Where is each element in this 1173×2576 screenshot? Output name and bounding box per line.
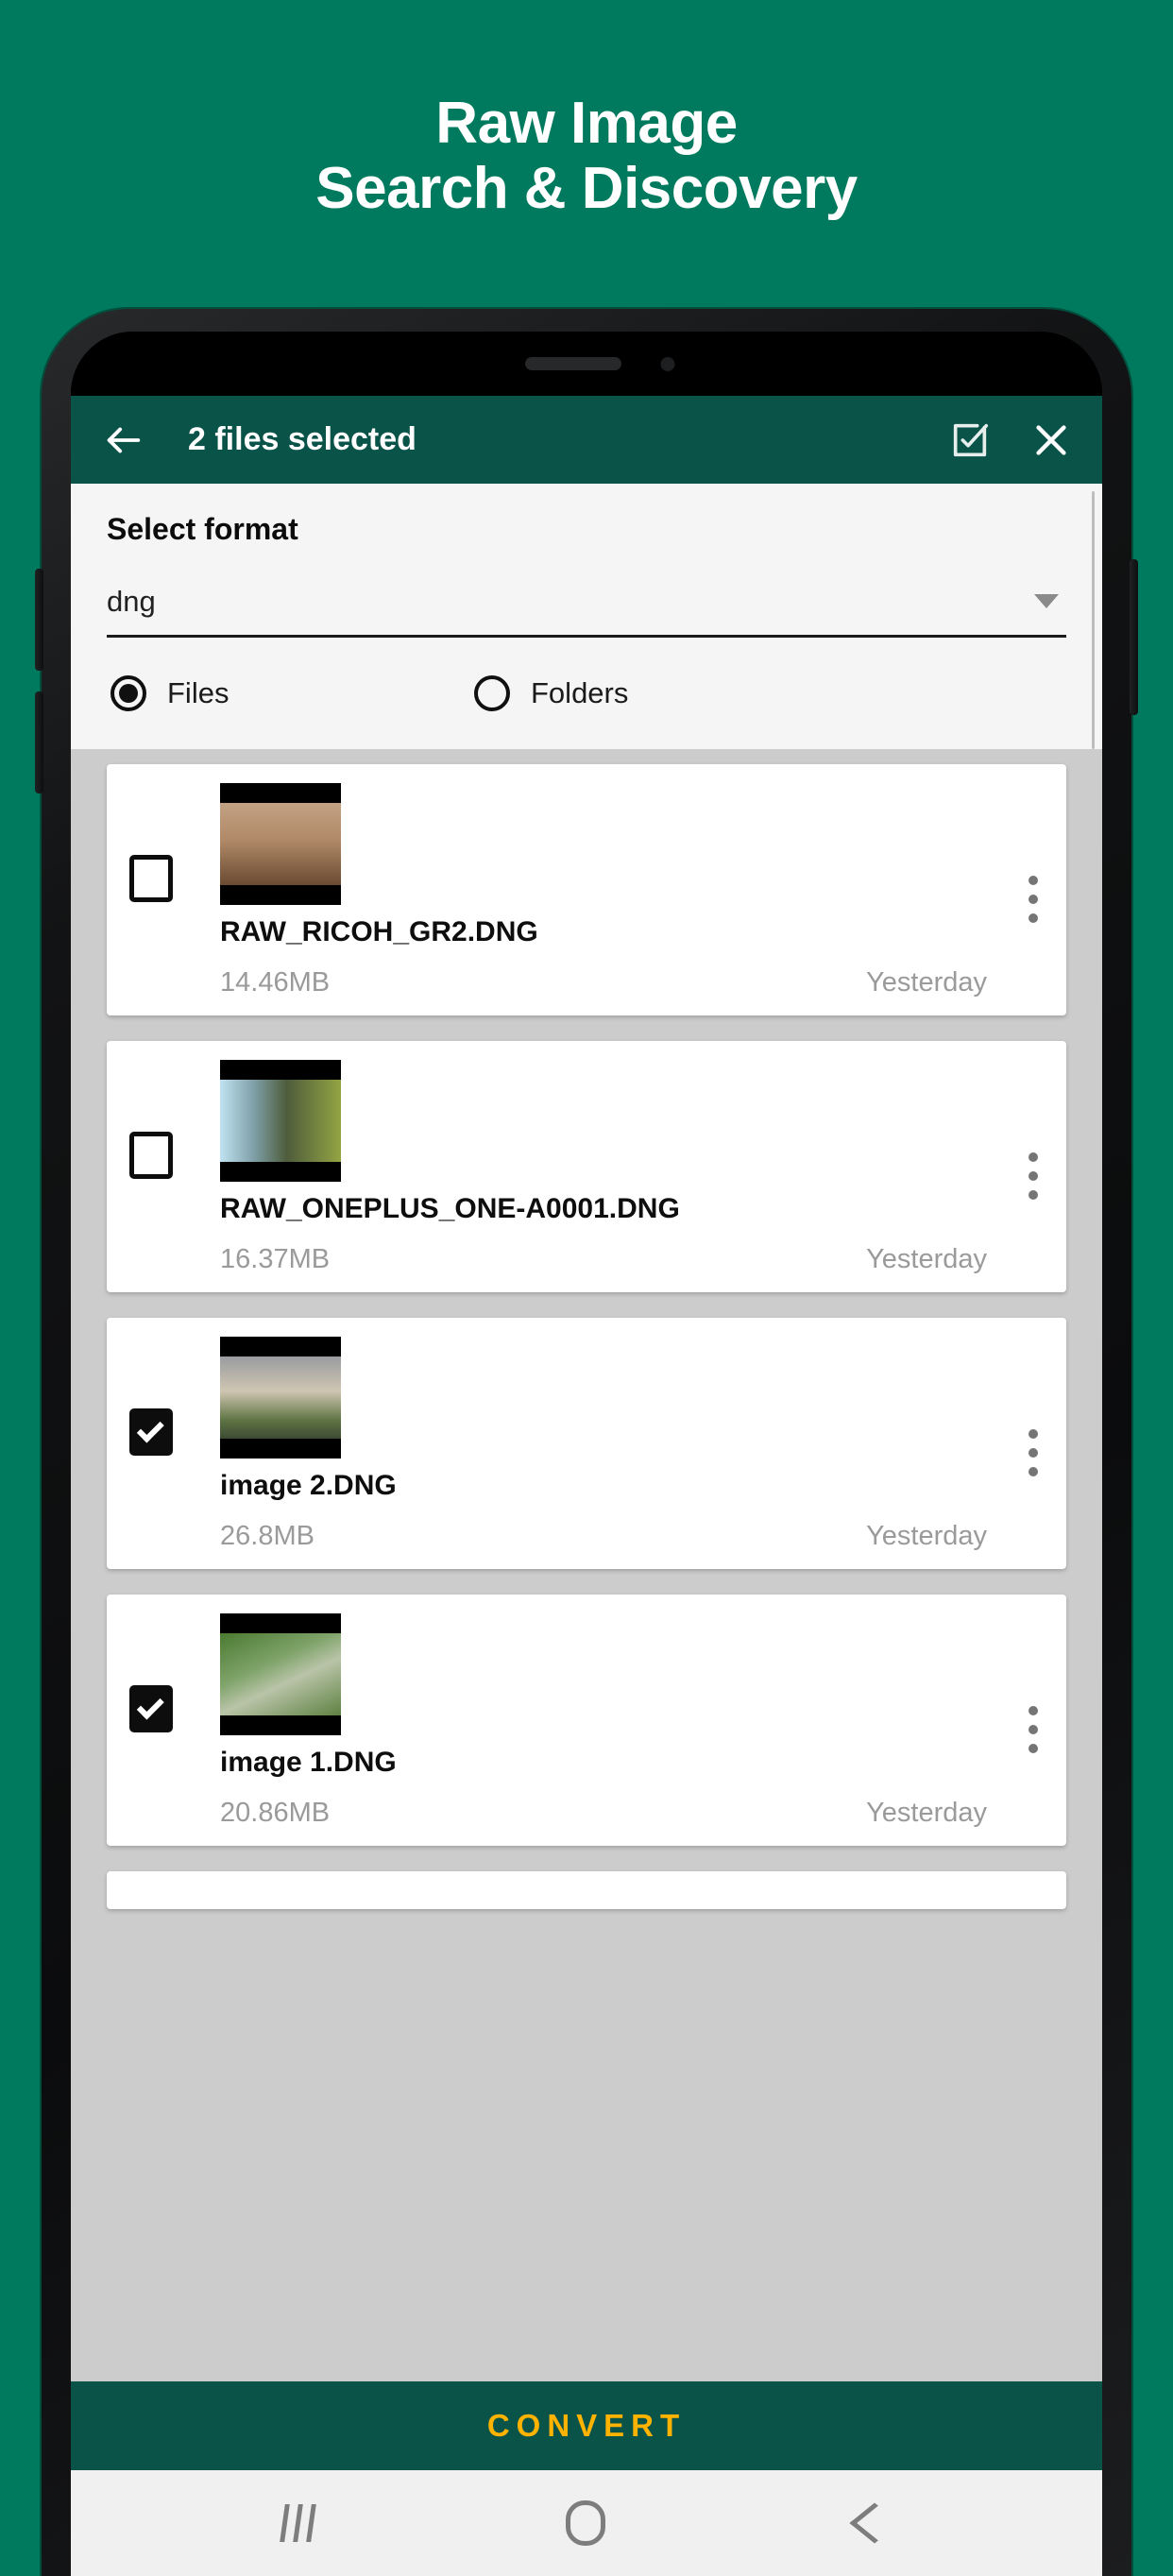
promo-headline: Raw Image Search & Discovery: [0, 91, 1173, 222]
radio-label-files: Files: [167, 676, 230, 709]
select-all-icon[interactable]: [940, 410, 1000, 470]
file-overflow-menu-2[interactable]: [1028, 1429, 1038, 1476]
radio-option-files[interactable]: Files: [110, 675, 474, 711]
table-row[interactable]: RAW_RICOH_GR2.DNG 14.46MB Yesterday: [107, 764, 1066, 1015]
checkbox-checked-icon[interactable]: [129, 1408, 173, 1456]
radio-selected-icon: [110, 675, 146, 711]
select-format-label: Select format: [107, 512, 298, 546]
format-dropdown[interactable]: dng: [107, 568, 1066, 638]
close-x-icon[interactable]: [1021, 410, 1081, 470]
notch-cutout: [71, 332, 354, 396]
app-toolbar: 2 files selected: [71, 396, 1102, 484]
promo-headline-line-2: Search & Discovery: [315, 156, 858, 222]
radio-option-folders[interactable]: Folders: [474, 675, 628, 711]
file-date-3: Yesterday: [866, 1798, 987, 1828]
volume-up-button[interactable]: [35, 569, 43, 671]
file-meta-1: 16.37MB Yesterday: [220, 1244, 1042, 1275]
file-meta-2: 26.8MB Yesterday: [220, 1521, 1042, 1552]
file-checkbox-2[interactable]: [129, 1337, 220, 1456]
front-camera-icon: [660, 357, 675, 371]
file-size-2: 26.8MB: [220, 1521, 314, 1551]
phone-device-frame: 2 files selected Select format dng Files…: [35, 309, 1138, 2576]
file-name-2: image 2.DNG: [220, 1470, 397, 1501]
convert-button[interactable]: CONVERT: [71, 2381, 1102, 2470]
app-container: 2 files selected Select format dng Files…: [71, 396, 1102, 2576]
file-size-3: 20.86MB: [220, 1798, 331, 1828]
format-selected-value: dng: [107, 584, 156, 618]
table-row[interactable]: RAW_ONEPLUS_ONE-A0001.DNG 16.37MB Yester…: [107, 1041, 1066, 1292]
file-name-3: image 1.DNG: [220, 1747, 397, 1778]
android-navigation-bar: [71, 2470, 1102, 2576]
file-checkbox-3[interactable]: [129, 1613, 220, 1732]
convert-button-label: CONVERT: [486, 2408, 687, 2443]
chevron-down-icon: [1034, 594, 1059, 608]
panel-scrollbar[interactable]: [1092, 491, 1095, 749]
radio-label-folders: Folders: [531, 676, 629, 709]
file-date-2: Yesterday: [866, 1521, 987, 1551]
file-date-1: Yesterday: [866, 1244, 987, 1274]
file-checkbox-0[interactable]: [129, 783, 220, 902]
recents-icon[interactable]: [280, 2504, 316, 2542]
checkbox-checked-icon[interactable]: [129, 1685, 173, 1732]
file-checkbox-1[interactable]: [129, 1060, 220, 1179]
checkbox-unchecked-icon[interactable]: [129, 855, 173, 902]
file-list[interactable]: RAW_RICOH_GR2.DNG 14.46MB Yesterday RAW_…: [71, 749, 1102, 2381]
target-type-radio-group: Files Folders: [107, 638, 1066, 749]
checkbox-unchecked-icon[interactable]: [129, 1132, 173, 1179]
earpiece-speaker: [525, 357, 621, 370]
phone-notch: [71, 332, 1102, 396]
back-chevron-icon[interactable]: [849, 2502, 900, 2544]
file-overflow-menu-3[interactable]: [1028, 1706, 1038, 1753]
file-name-1: RAW_ONEPLUS_ONE-A0001.DNG: [220, 1193, 680, 1224]
radio-unselected-icon: [474, 675, 510, 711]
table-row[interactable]: image 1.DNG 20.86MB Yesterday: [107, 1595, 1066, 1846]
file-thumbnail-2: [220, 1337, 341, 1459]
file-meta-3: 20.86MB Yesterday: [220, 1798, 1042, 1829]
toolbar-title: 2 files selected: [188, 421, 416, 457]
file-size-0: 14.46MB: [220, 967, 331, 998]
file-name-0: RAW_RICOH_GR2.DNG: [220, 916, 538, 947]
file-overflow-menu-0[interactable]: [1028, 876, 1038, 923]
volume-down-button[interactable]: [35, 691, 43, 793]
file-meta-0: 14.46MB Yesterday: [220, 967, 1042, 998]
power-button[interactable]: [1130, 559, 1138, 715]
file-thumbnail-0: [220, 783, 341, 905]
back-arrow-icon[interactable]: [94, 410, 154, 470]
file-size-1: 16.37MB: [220, 1244, 331, 1274]
table-row-partial[interactable]: [107, 1871, 1066, 1909]
file-date-0: Yesterday: [866, 967, 987, 998]
file-overflow-menu-1[interactable]: [1028, 1152, 1038, 1200]
promo-headline-line-1: Raw Image: [435, 91, 738, 156]
file-thumbnail-3: [220, 1613, 341, 1735]
table-row[interactable]: image 2.DNG 26.8MB Yesterday: [107, 1318, 1066, 1569]
file-thumbnail-1: [220, 1060, 341, 1182]
format-panel: Select format dng Files Folders: [71, 484, 1102, 749]
phone-screen: 2 files selected Select format dng Files…: [71, 332, 1102, 2576]
